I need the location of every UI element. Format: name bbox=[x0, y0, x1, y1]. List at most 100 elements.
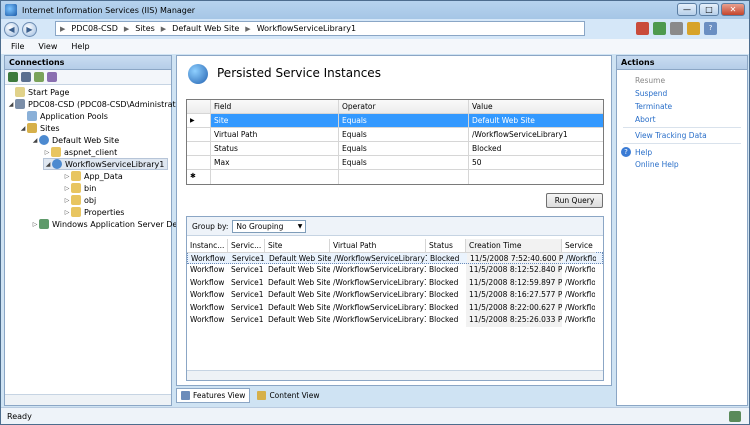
minimize-button[interactable]: — bbox=[677, 3, 697, 16]
breadcrumb-site[interactable]: Default Web Site bbox=[172, 24, 239, 33]
breadcrumb-server[interactable]: PDC08-CSD bbox=[71, 24, 117, 33]
tree-item-server[interactable]: ◢ PDC08-CSD (PDC08-CSD\Administrator bbox=[7, 98, 184, 110]
query-field-cell[interactable]: Max bbox=[211, 156, 339, 169]
column-header-status[interactable]: Status bbox=[426, 239, 466, 253]
query-operator-cell[interactable]: Equals bbox=[339, 128, 469, 141]
tree-item-app-server-defaults[interactable]: ▷ Windows Application Server Defa bbox=[31, 218, 185, 230]
query-value-cell[interactable]: 50 bbox=[469, 156, 603, 169]
column-header-service-virtual-path[interactable]: Service Vir bbox=[562, 239, 595, 253]
tree-item-app-pools[interactable]: Application Pools bbox=[19, 110, 108, 122]
column-header-operator[interactable]: Operator bbox=[339, 100, 469, 113]
maximize-button[interactable]: □ bbox=[699, 3, 719, 16]
action-online-help[interactable]: Online Help bbox=[635, 160, 679, 169]
tree-twisty[interactable]: ▷ bbox=[63, 173, 71, 180]
tree-twisty[interactable]: ▷ bbox=[63, 197, 71, 204]
tree-item-obj[interactable]: ▷ obj bbox=[63, 194, 96, 206]
tree-twisty[interactable]: ◢ bbox=[7, 101, 15, 108]
query-value-cell[interactable]: Default Web Site bbox=[469, 114, 603, 127]
query-operator-cell[interactable]: Equals bbox=[339, 114, 469, 127]
up-icon[interactable] bbox=[34, 72, 44, 82]
table-row[interactable]: Workflow Service1 Default Web Site /Work… bbox=[187, 289, 603, 302]
tree-twisty[interactable]: ◢ bbox=[31, 137, 39, 144]
query-value-cell[interactable] bbox=[469, 170, 603, 184]
table-row[interactable]: Workflow Service1 Default Web Site /Work… bbox=[187, 251, 603, 264]
back-button[interactable]: ◀ bbox=[4, 21, 19, 37]
tree-item-aspnet-client[interactable]: ▷ aspnet_client bbox=[43, 146, 117, 158]
connections-horizontal-scrollbar[interactable] bbox=[5, 394, 171, 405]
connections-header: Connections bbox=[5, 56, 171, 70]
tree-twisty[interactable]: ▷ bbox=[63, 209, 71, 216]
query-operator-cell[interactable] bbox=[339, 170, 469, 184]
action-help[interactable]: Help bbox=[635, 148, 652, 157]
breadcrumb-sites[interactable]: Sites bbox=[135, 24, 155, 33]
table-row[interactable]: Workflow Service1 Default Web Site /Work… bbox=[187, 301, 603, 314]
help-icon[interactable]: ? bbox=[704, 22, 717, 35]
column-header-value[interactable]: Value bbox=[469, 100, 603, 113]
query-grid[interactable]: Field Operator Value ▶ Site Equals Defau… bbox=[186, 99, 604, 185]
query-value-cell[interactable]: /WorkflowServiceLibrary1 bbox=[469, 128, 603, 141]
menu-help[interactable]: Help bbox=[71, 42, 89, 51]
connect-icon[interactable] bbox=[8, 72, 18, 82]
close-button[interactable]: ✕ bbox=[721, 3, 745, 16]
home-icon[interactable] bbox=[670, 22, 683, 35]
table-row[interactable]: Workflow Service1 Default Web Site /Work… bbox=[187, 314, 603, 327]
query-operator-cell[interactable]: Equals bbox=[339, 142, 469, 155]
column-header-instance[interactable]: Instanc... bbox=[187, 239, 228, 253]
column-header-creation-time[interactable]: Creation Time bbox=[466, 239, 562, 253]
run-query-button[interactable]: Run Query bbox=[546, 193, 603, 208]
group-by-select[interactable]: No Grouping ▼ bbox=[232, 219, 307, 233]
results-horizontal-scrollbar[interactable] bbox=[187, 370, 603, 380]
forward-button[interactable]: ▶ bbox=[22, 21, 37, 37]
query-row[interactable]: Status Equals Blocked bbox=[187, 142, 603, 156]
favorites-icon[interactable] bbox=[687, 22, 700, 35]
tree-twisty[interactable]: ◢ bbox=[19, 125, 27, 132]
table-row[interactable]: Workflow Service1 Default Web Site /Work… bbox=[187, 264, 603, 277]
action-view-tracking-data[interactable]: View Tracking Data bbox=[635, 131, 707, 140]
tree-item-start-page[interactable]: Start Page bbox=[7, 86, 69, 98]
tab-content-view[interactable]: Content View bbox=[252, 388, 324, 403]
query-field-cell[interactable]: Status bbox=[211, 142, 339, 155]
column-header-service[interactable]: Servic... bbox=[228, 239, 265, 253]
query-row[interactable]: Max Equals 50 bbox=[187, 156, 603, 170]
column-header-virtual-path[interactable]: Virtual Path bbox=[330, 239, 426, 253]
query-row[interactable]: ▶ Site Equals Default Web Site bbox=[187, 114, 603, 128]
tree-twisty[interactable]: ▷ bbox=[63, 185, 71, 192]
virtual-path-cell: /WorkflowServiceLibrary1 bbox=[333, 277, 426, 287]
query-field-cell[interactable]: Site bbox=[211, 114, 339, 127]
disconnect-icon[interactable] bbox=[47, 72, 57, 82]
tree-twisty[interactable]: ◢ bbox=[44, 161, 52, 168]
breadcrumb-app[interactable]: WorkflowServiceLibrary1 bbox=[257, 24, 356, 33]
save-icon[interactable] bbox=[21, 72, 31, 82]
site-cell: Default Web Site bbox=[268, 277, 330, 287]
breadcrumb[interactable]: ▶ PDC08-CSD ▶ Sites ▶ Default Web Site ▶… bbox=[55, 21, 585, 36]
instance-cell: Workflow bbox=[190, 302, 225, 312]
query-operator-cell[interactable]: Equals bbox=[339, 156, 469, 169]
action-suspend[interactable]: Suspend bbox=[635, 89, 667, 98]
tree-item-app-data[interactable]: ▷ App_Data bbox=[63, 170, 123, 182]
tree-item-sites[interactable]: ◢ Sites bbox=[19, 122, 60, 134]
refresh-icon[interactable] bbox=[653, 22, 666, 35]
action-abort[interactable]: Abort bbox=[635, 115, 656, 124]
menu-view[interactable]: View bbox=[38, 42, 57, 51]
column-header-site[interactable]: Site bbox=[265, 239, 330, 253]
tree-twisty[interactable]: ▷ bbox=[43, 149, 51, 156]
results-panel: Group by: No Grouping ▼ Instanc... Servi… bbox=[186, 216, 604, 381]
tree-item-workflowservicelibrary1[interactable]: ◢ WorkflowServiceLibrary1 bbox=[43, 158, 169, 170]
tree-item-bin[interactable]: ▷ bin bbox=[63, 182, 96, 194]
query-new-row[interactable]: ✱ bbox=[187, 170, 603, 184]
menu-file[interactable]: File bbox=[11, 42, 24, 51]
tab-features-view[interactable]: Features View bbox=[176, 388, 251, 403]
query-field-cell[interactable]: Virtual Path bbox=[211, 128, 339, 141]
column-header-field[interactable]: Field bbox=[211, 100, 339, 113]
query-field-cell[interactable] bbox=[211, 170, 339, 184]
action-terminate[interactable]: Terminate bbox=[635, 102, 672, 111]
stop-icon[interactable] bbox=[636, 22, 649, 35]
tree-item-properties[interactable]: ▷ Properties bbox=[63, 206, 124, 218]
table-row[interactable]: Workflow Service1 Default Web Site /Work… bbox=[187, 276, 603, 289]
status-bar: Ready bbox=[1, 407, 749, 424]
service-virtual-path-cell: /Workflow bbox=[565, 302, 595, 312]
tree-twisty[interactable]: ▷ bbox=[31, 221, 39, 228]
query-value-cell[interactable]: Blocked bbox=[469, 142, 603, 155]
query-row[interactable]: Virtual Path Equals /WorkflowServiceLibr… bbox=[187, 128, 603, 142]
tree-item-default-web-site[interactable]: ◢ Default Web Site bbox=[31, 134, 119, 146]
